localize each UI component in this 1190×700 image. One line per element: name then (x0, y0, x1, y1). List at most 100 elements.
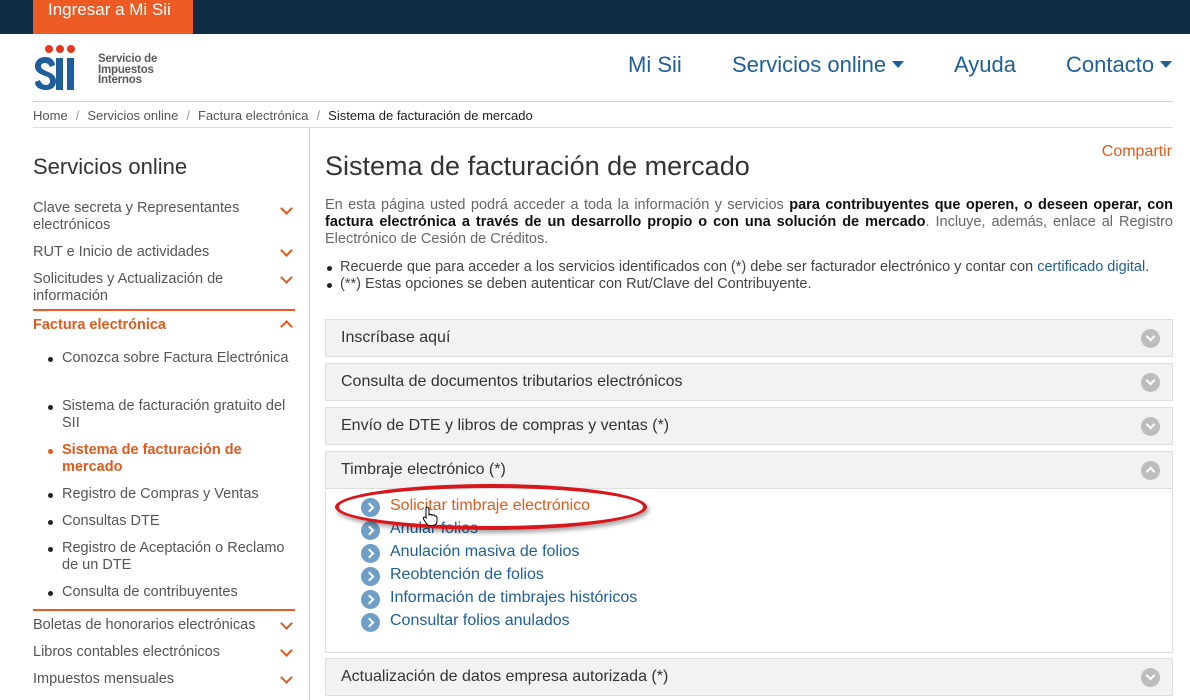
bullet-icon (327, 283, 332, 288)
accordion-label: Inscríbase aquí (341, 329, 451, 346)
breadcrumb-home[interactable]: Home (33, 108, 68, 123)
sidebar-subitem-label: Consulta de contribuyentes (62, 584, 238, 600)
arrow-circle-icon (361, 590, 380, 609)
sidebar-subitem-label: Registro de Compras y Ventas (62, 486, 259, 502)
sidebar-subitem-gratuito[interactable]: Sistema de facturación gratuito del SII (48, 398, 298, 432)
link-label: Consultar folios anulados (390, 612, 570, 629)
sidebar-subitem-label: Sistema de facturación de mercado (62, 442, 242, 475)
sidebar-item-clave-secreta[interactable]: Clave secreta y Representantes electróni… (33, 200, 295, 234)
sidebar-item-solicitudes[interactable]: Solicitudes y Actualización de informaci… (33, 271, 295, 305)
notes-list: Recuerde que para acceder a los servicio… (325, 259, 1173, 293)
nav-label: Mi Sii (628, 52, 682, 77)
chevron-down-circle-icon (1141, 329, 1160, 348)
nav-servicios-online[interactable]: Servicios online (732, 52, 905, 82)
chevron-up-circle-icon (1141, 461, 1160, 480)
chevron-down-circle-icon (1141, 373, 1160, 392)
intro-paragraph: En esta página usted podrá acceder a tod… (325, 197, 1173, 248)
arrow-circle-icon (361, 567, 380, 586)
sidebar-subitem-aceptacion[interactable]: Registro de Aceptación o Reclamo de un D… (48, 540, 298, 574)
sidebar-item-label: Factura electrónica (33, 317, 166, 333)
sidebar-item-label: Solicitudes y Actualización de informaci… (33, 271, 224, 304)
sidebar-divider (309, 128, 310, 700)
arrow-circle-icon (361, 544, 380, 563)
sidebar-subitem-mercado[interactable]: Sistema de facturación de mercado (48, 442, 298, 476)
sidebar-subitem-conozca[interactable]: Conozca sobre Factura Electrónica (48, 350, 298, 367)
breadcrumb-separator: / (75, 108, 80, 123)
sidebar-subitem-label: Sistema de facturación gratuito del SII (62, 398, 286, 431)
logo-text: Servicio de Impuestos Internos (98, 54, 157, 86)
logo-line: Internos (98, 74, 142, 86)
sidebar-item-factura-electronica[interactable]: Factura electrónica (33, 317, 295, 334)
breadcrumb-divider (33, 127, 1173, 128)
arrow-circle-icon (361, 521, 380, 540)
nav-mi-sii[interactable]: Mi Sii (628, 52, 682, 82)
bullet-icon (48, 547, 53, 552)
accordion-consulta-dte[interactable]: Consulta de documentos tributarios elect… (325, 363, 1173, 401)
bullet-icon (48, 449, 53, 454)
hand-cursor-icon (422, 506, 438, 526)
sidebar-item-label: Libros contables electrónicos (33, 644, 220, 660)
sidebar-item-boletas[interactable]: Boletas de honorarios electrónicas (33, 617, 295, 634)
nav-label: Contacto (1066, 52, 1155, 77)
link-label: Reobtención de folios (390, 566, 544, 583)
sidebar-item-label: RUT e Inicio de actividades (33, 244, 210, 260)
nav-label: Servicios online (732, 52, 887, 77)
intro-text: En esta página usted podrá acceder a tod… (325, 197, 790, 213)
bullet-icon (48, 357, 53, 362)
chevron-down-icon (280, 671, 293, 684)
chevron-down-circle-icon (1141, 417, 1160, 436)
chevron-down-icon (280, 202, 293, 215)
sidebar-item-label: Impuestos mensuales (33, 671, 175, 687)
breadcrumb-factura-electronica[interactable]: Factura electrónica (198, 108, 309, 123)
note-item: (**) Estas opciones se deben autenticar … (325, 276, 1173, 293)
chevron-down-icon (280, 244, 293, 257)
certificado-digital-link[interactable]: certificado digital (1037, 259, 1145, 275)
sidebar-item-impuestos[interactable]: Impuestos mensuales (33, 671, 295, 688)
accordion-label: Timbraje electrónico (*) (341, 461, 506, 478)
caret-down-icon (1160, 60, 1173, 68)
bullet-icon (327, 266, 332, 271)
accordion-label: Actualización de datos empresa autorizad… (341, 668, 669, 685)
bullet-icon (48, 405, 53, 410)
accordion-timbraje[interactable]: Timbraje electrónico (*) (325, 451, 1173, 489)
nav-ayuda[interactable]: Ayuda (954, 52, 1016, 82)
top-bar: Ingresar a Mi Sii (0, 0, 1190, 34)
link-label: Solicitar timbraje electrónico (390, 497, 591, 514)
sidebar-item-rut[interactable]: RUT e Inicio de actividades (33, 244, 295, 261)
note-item: Recuerde que para acceder a los servicio… (325, 259, 1173, 276)
sidebar-subitem-consultas-dte[interactable]: Consultas DTE (48, 513, 298, 530)
sidebar-subitem-label: Registro de Aceptación o Reclamo de un D… (62, 540, 285, 573)
sidebar-subitem-registro-compras[interactable]: Registro de Compras y Ventas (48, 486, 298, 503)
caret-down-icon (892, 60, 905, 68)
note-text: . (1145, 259, 1150, 275)
breadcrumb-servicios-online[interactable]: Servicios online (87, 108, 178, 123)
sidebar-item-libros[interactable]: Libros contables electrónicos (33, 644, 295, 661)
nav-contacto[interactable]: Contacto (1066, 52, 1173, 82)
chevron-down-circle-icon (1141, 668, 1160, 687)
sidebar-active-bottom-rule (33, 609, 295, 611)
sidebar-item-label: Boletas de honorarios electrónicas (33, 617, 256, 633)
login-button[interactable]: Ingresar a Mi Sii (33, 0, 193, 34)
sii-logo-mark (35, 45, 75, 90)
arrow-circle-icon (361, 498, 380, 517)
breadcrumb-separator: / (186, 108, 190, 123)
accordion-envio-dte[interactable]: Envío de DTE y libros de compras y venta… (325, 407, 1173, 445)
accordion-label: Envío de DTE y libros de compras y venta… (341, 417, 670, 434)
share-link[interactable]: Compartir (1102, 143, 1172, 161)
header-divider (33, 101, 1173, 102)
sidebar-active-top-rule (33, 309, 295, 311)
breadcrumb: Home / Servicios online / Factura electrónic… (33, 108, 533, 123)
chevron-up-icon (280, 320, 293, 333)
sidebar-subitem-label: Conozca sobre Factura Electrónica (62, 350, 289, 366)
sidebar-item-label: Clave secreta y Representantes electróni… (33, 200, 240, 233)
sidebar-subitem-contribuyentes[interactable]: Consulta de contribuyentes (48, 584, 298, 601)
accordion-actualizacion-datos[interactable]: Actualización de datos empresa autorizad… (325, 658, 1173, 696)
arrow-circle-icon (361, 613, 380, 632)
chevron-down-icon (280, 271, 293, 284)
note-text: (**) Estas opciones se deben autenticar … (340, 276, 812, 292)
link-label: Información de timbrajes históricos (390, 589, 638, 606)
accordion-inscribase[interactable]: Inscríbase aquí (325, 319, 1173, 357)
breadcrumb-separator: / (316, 108, 321, 123)
chevron-down-icon (280, 617, 293, 630)
bullet-icon (48, 591, 53, 596)
